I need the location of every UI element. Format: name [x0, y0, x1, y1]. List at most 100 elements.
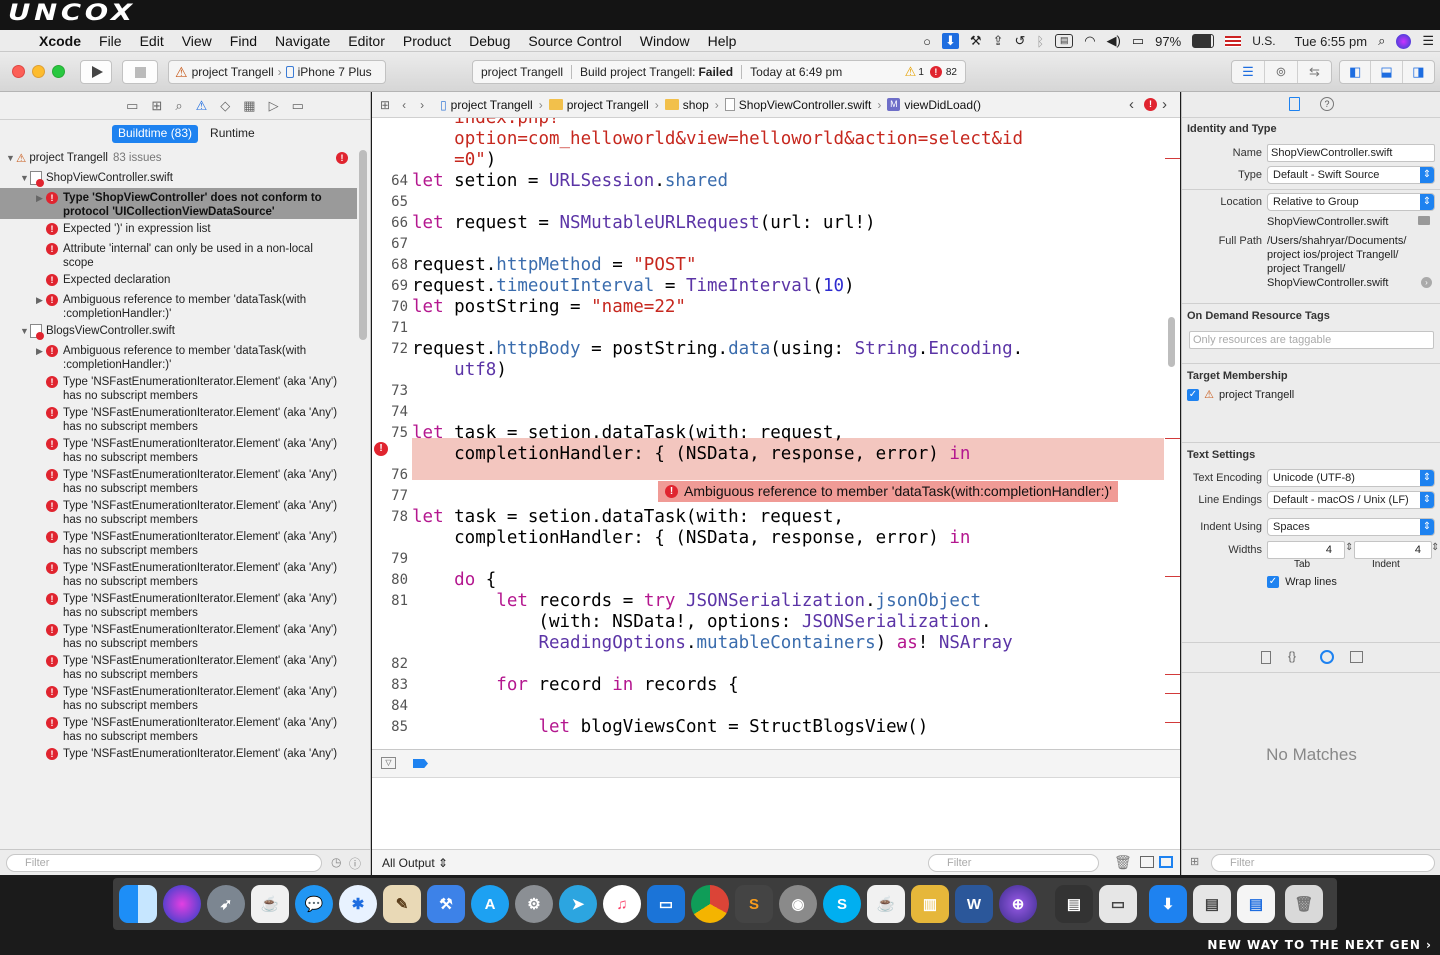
warning-count[interactable]: 1	[918, 67, 924, 78]
grid-view-icon[interactable]: ⊞	[1190, 855, 1199, 868]
code-snippet-icon[interactable]: {}	[1288, 649, 1296, 663]
issue-badge-icon[interactable]: !	[1144, 98, 1157, 111]
java-icon[interactable]: ☕	[251, 885, 289, 923]
next-issue-icon[interactable]: ›	[1162, 96, 1167, 113]
issue-navigator-icon[interactable]: ⚠	[196, 98, 208, 114]
encoding-select[interactable]: Unicode (UTF-8)	[1267, 469, 1435, 487]
issue-row[interactable]: ▶! Ambiguous reference to member 'dataTas…	[0, 341, 357, 372]
menu-source-control[interactable]: Source Control	[519, 33, 630, 49]
type-select[interactable]: Default - Swift Source	[1267, 166, 1435, 184]
issue-row[interactable]: ! Type 'NSFastEnumerationIterator.Element…	[0, 651, 357, 682]
preview-icon[interactable]: ✎	[383, 885, 421, 923]
buildtime-tab[interactable]: Buildtime (83)	[112, 125, 199, 143]
document-stack-icon[interactable]: ▤	[1237, 885, 1275, 923]
scheme-selector[interactable]: ⚠ project Trangell › iPhone 7 Plus	[168, 60, 386, 84]
word-icon[interactable]: W	[955, 885, 993, 923]
assistant-editor-icon[interactable]: ⊚	[1265, 61, 1298, 83]
notification-center-icon[interactable]: ☰	[1422, 33, 1434, 49]
line-number[interactable]: 75	[372, 423, 408, 444]
breakpoints-toggle-icon[interactable]	[413, 759, 428, 768]
line-number[interactable]: 73	[372, 381, 408, 402]
line-number[interactable]: 72	[372, 339, 408, 360]
battery-icon[interactable]	[1192, 34, 1215, 48]
folder-icon[interactable]: ▭	[126, 98, 138, 114]
issue-row[interactable]: ! Type 'NSFastEnumerationIterator.Element…	[0, 372, 357, 403]
standard-editor-icon[interactable]: ☰	[1232, 61, 1265, 83]
indent-stepper-icon[interactable]: ⇕	[1431, 542, 1439, 553]
upload-icon[interactable]: ⇪	[993, 33, 1004, 49]
menu-edit[interactable]: Edit	[131, 33, 173, 49]
symbol-icon[interactable]: ⊞	[151, 98, 162, 114]
issue-row[interactable]: ! Type 'NSFastEnumerationIterator.Element…	[0, 744, 357, 764]
breadcrumb-project[interactable]: ▯ project Trangell	[440, 98, 533, 112]
media-library-icon[interactable]	[1350, 651, 1363, 663]
project-row[interactable]: ▼ ⚠ project Trangell 83 issues !	[0, 148, 357, 168]
checkbox-checked-icon[interactable]: ✓	[1187, 389, 1199, 402]
input-source[interactable]: U.S.	[1252, 34, 1275, 48]
chrome-icon[interactable]	[691, 885, 729, 923]
line-gutter[interactable]: 64 65 66 67 68 69 70 71 72 73 74 75 76 77 78 79 80 81 82 83…	[372, 118, 412, 749]
line-number[interactable]: 68	[372, 255, 408, 276]
related-items-icon[interactable]: ⊞	[380, 98, 390, 112]
search-icon[interactable]: ⌕	[175, 98, 182, 114]
tags-field[interactable]: Only resources are taggable	[1189, 331, 1434, 349]
file-template-icon[interactable]	[1261, 651, 1271, 664]
line-number[interactable]: 69	[372, 276, 408, 297]
keynote-icon[interactable]: ▭	[647, 885, 685, 923]
line-number[interactable]: 82	[372, 654, 408, 675]
menu-window[interactable]: Window	[631, 33, 699, 49]
messages-icon[interactable]: 💬	[295, 885, 333, 923]
network-icon[interactable]: ⊕	[999, 885, 1037, 923]
line-number[interactable]: 85	[372, 717, 408, 738]
java-icon[interactable]: ☕	[867, 885, 905, 923]
tool-icon[interactable]: ⚒	[970, 33, 982, 49]
line-number[interactable]: 76	[372, 465, 408, 486]
menu-navigate[interactable]: Navigate	[266, 33, 339, 49]
line-number[interactable]: 64	[372, 171, 408, 192]
airplay-icon[interactable]: ▭	[1132, 33, 1144, 49]
finder-icon[interactable]	[119, 885, 157, 923]
issue-row[interactable]: ! Type 'NSFastEnumerationIterator.Element…	[0, 589, 357, 620]
issue-row[interactable]: ! Attribute 'internal' can only be used i…	[0, 239, 357, 270]
spotlight-icon[interactable]: ⌕	[1378, 33, 1385, 49]
system-preferences-icon[interactable]: ⚙	[515, 885, 553, 923]
line-number[interactable]: 78	[372, 507, 408, 528]
breadcrumb-group[interactable]: project Trangell	[548, 98, 649, 112]
navigator-filter-input[interactable]: Filter	[6, 854, 322, 872]
inline-error-message[interactable]: Ambiguous reference to member 'dataTask(…	[658, 481, 1118, 502]
skype-icon[interactable]: S	[823, 885, 861, 923]
breadcrumb-method[interactable]: MviewDidLoad()	[887, 98, 981, 112]
issue-row[interactable]: ! Type 'NSFastEnumerationIterator.Element…	[0, 527, 357, 558]
menu-view[interactable]: View	[173, 33, 221, 49]
menu-file[interactable]: File	[90, 33, 131, 49]
issue-row[interactable]: ! Type 'NSFastEnumerationIterator.Element…	[0, 620, 357, 651]
object-library-icon[interactable]	[1320, 650, 1334, 664]
menu-editor[interactable]: Editor	[339, 33, 394, 49]
target-row[interactable]: ✓ ⚠ project Trangell	[1187, 388, 1294, 402]
disclosure-closed-icon[interactable]: ▶	[36, 346, 46, 357]
navigator-toggle-icon[interactable]: ◧	[1340, 61, 1372, 83]
variables-view-icon[interactable]	[1140, 856, 1154, 868]
telegram-icon[interactable]: ➤	[559, 885, 597, 923]
line-number[interactable]: 65	[372, 192, 408, 213]
debug-navigator-icon[interactable]: ▦	[243, 98, 255, 114]
volume-icon[interactable]: ◀)	[1107, 33, 1121, 49]
tab-width-field[interactable]: 4	[1267, 541, 1345, 559]
line-number[interactable]: 67	[372, 234, 408, 255]
breakpoint-icon[interactable]: ▷	[269, 98, 279, 114]
time-machine-icon[interactable]: ↺	[1014, 33, 1025, 49]
clock[interactable]: Tue 6:55 pm	[1295, 34, 1368, 49]
line-number[interactable]: 70	[372, 297, 408, 318]
menu-app-name[interactable]: Xcode	[30, 33, 90, 49]
help-icon[interactable]: ?	[1320, 97, 1334, 111]
indent-width-field[interactable]: 4	[1354, 541, 1432, 559]
terminal-thumbnail-icon[interactable]: ▤	[1055, 885, 1093, 923]
previous-issue-icon[interactable]: ‹	[1129, 96, 1134, 113]
issue-filter-icon[interactable]: ⓘ	[349, 855, 361, 872]
error-gutter-icon[interactable]: !	[374, 442, 388, 456]
battery-percent[interactable]: 97%	[1155, 34, 1181, 49]
issue-row[interactable]: ! Expected declaration	[0, 270, 357, 290]
folder-icon[interactable]	[1418, 216, 1430, 225]
code-area[interactable]: index.php? option=com_helloworld&view=he…	[412, 118, 1165, 749]
siri-icon[interactable]	[163, 885, 201, 923]
